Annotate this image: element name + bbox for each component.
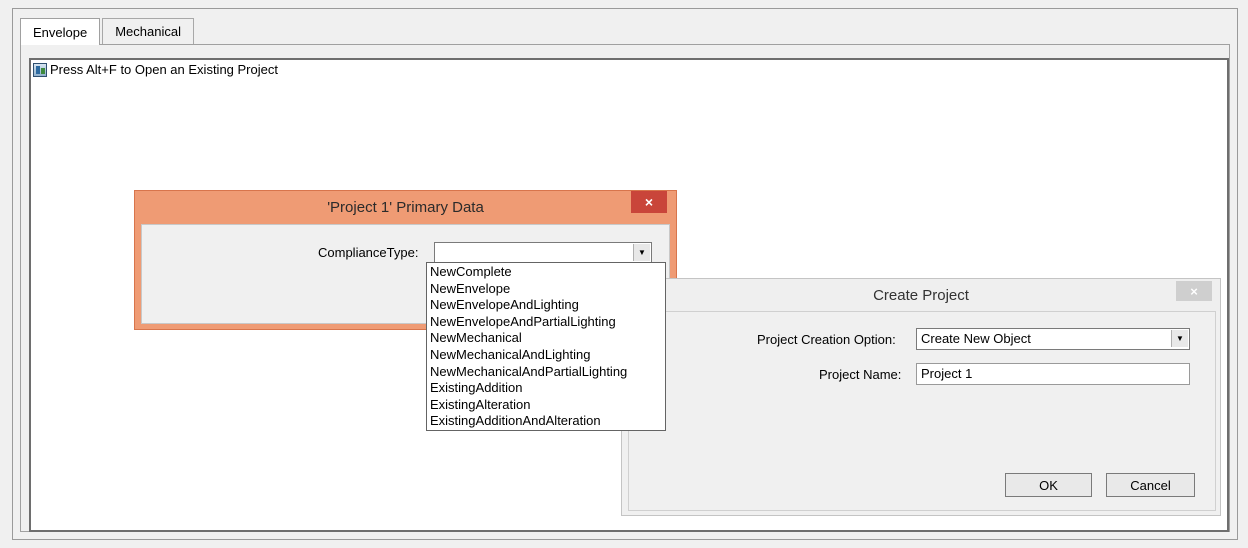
tab-envelope-label: Envelope <box>33 24 88 40</box>
list-item[interactable]: ExistingAdditionAndAlteration <box>427 413 665 430</box>
close-icon: × <box>644 194 654 210</box>
chevron-down-icon[interactable]: ▼ <box>1171 330 1188 347</box>
list-item[interactable]: NewMechanical <box>427 330 665 347</box>
primary-data-title: 'Project 1' Primary Data <box>327 199 484 216</box>
list-item[interactable]: ExistingAlteration <box>427 397 665 414</box>
project-creation-option-label: Project Creation Option: <box>757 332 896 347</box>
tab-strip: Envelope Mechanical <box>20 18 196 45</box>
close-icon: × <box>1190 283 1198 299</box>
create-project-close-button[interactable]: × <box>1176 281 1212 301</box>
open-project-hint-text: Press Alt+F to Open an Existing Project <box>50 62 278 77</box>
cancel-button[interactable]: Cancel <box>1106 473 1195 497</box>
list-item[interactable]: ExistingAddition <box>427 380 665 397</box>
project-creation-option-value: Create New Object <box>921 331 1031 346</box>
project-name-input[interactable]: Project 1 <box>916 363 1190 385</box>
list-item[interactable]: NewMechanicalAndLighting <box>427 347 665 364</box>
tab-mechanical-label: Mechanical <box>115 24 181 39</box>
compliance-type-dropdown-list: NewComplete NewEnvelope NewEnvelopeAndLi… <box>426 262 666 431</box>
project-open-icon <box>33 62 47 77</box>
list-item[interactable]: NewEnvelopeAndPartialLighting <box>427 314 665 331</box>
create-project-dialog: Create Project × Project Creation Option… <box>621 278 1221 516</box>
list-item[interactable]: NewComplete <box>427 264 665 281</box>
project-creation-option-combobox[interactable]: Create New Object ▼ <box>916 328 1190 350</box>
project-name-label: Project Name: <box>819 367 902 382</box>
list-item[interactable]: NewMechanicalAndPartialLighting <box>427 364 665 381</box>
create-project-title: Create Project <box>622 279 1220 311</box>
list-item[interactable]: NewEnvelope <box>427 281 665 298</box>
compliance-type-label: ComplianceType: <box>318 245 419 260</box>
ok-button[interactable]: OK <box>1005 473 1092 497</box>
compliance-type-combobox[interactable]: ▼ <box>434 242 652 263</box>
open-project-hint[interactable]: Press Alt+F to Open an Existing Project <box>33 62 278 77</box>
tab-envelope[interactable]: Envelope <box>20 18 101 45</box>
tab-mechanical[interactable]: Mechanical <box>102 18 194 44</box>
create-project-body: Project Creation Option: Create New Obje… <box>628 311 1216 511</box>
primary-data-close-button[interactable]: × <box>631 191 667 213</box>
list-item[interactable]: NewEnvelopeAndLighting <box>427 297 665 314</box>
chevron-down-icon[interactable]: ▼ <box>633 244 650 261</box>
